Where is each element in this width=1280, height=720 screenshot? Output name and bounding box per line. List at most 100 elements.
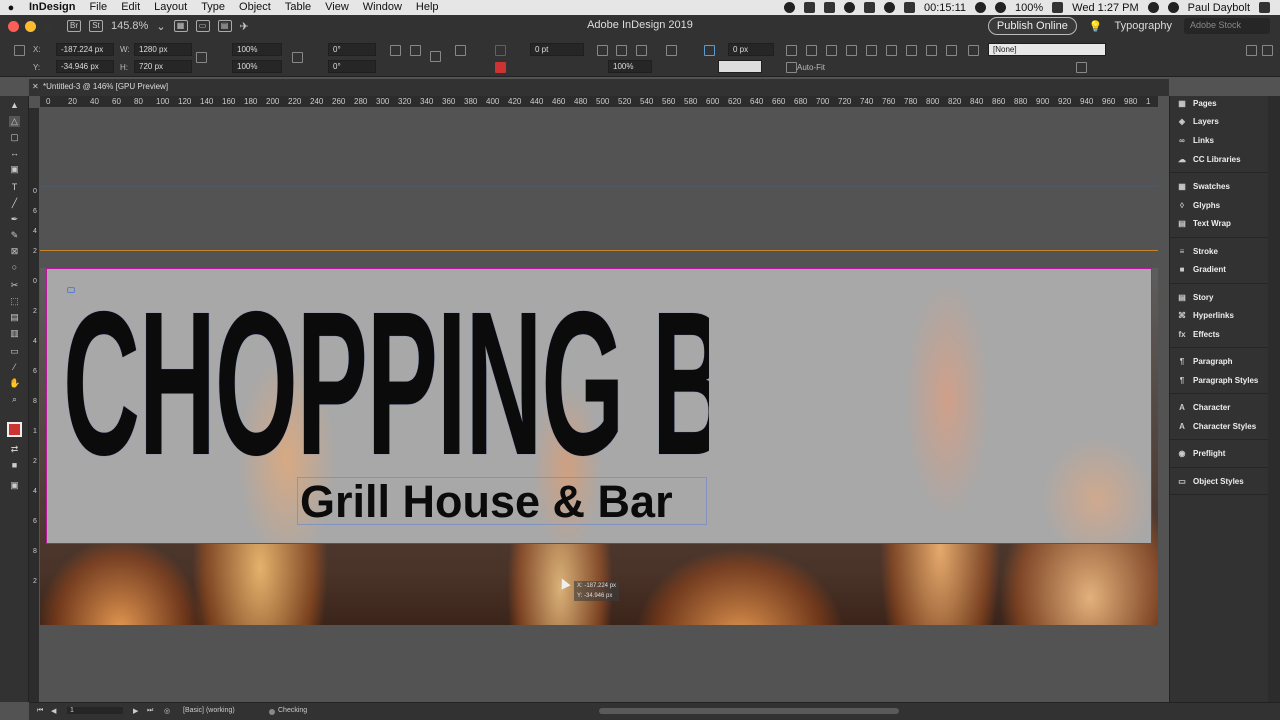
- headline-text[interactable]: CHOPPING BLOCK: [63, 291, 709, 476]
- frame-fit-icon[interactable]: [616, 45, 627, 56]
- screen-icon[interactable]: [904, 2, 916, 13]
- rotation-field[interactable]: 0°: [328, 43, 376, 56]
- arrange-documents-icon[interactable]: ▤: [217, 20, 232, 32]
- zoom-level[interactable]: 145.8%: [111, 20, 148, 32]
- hand-tool-icon[interactable]: ✋: [9, 378, 20, 389]
- user-name[interactable]: Paul Daybolt: [1188, 2, 1250, 14]
- pasteboard[interactable]: CHOPPING BLOCK Grill House & Bar X: -187…: [40, 108, 1158, 702]
- constrain-link-icon[interactable]: [196, 52, 207, 63]
- lightning-icon[interactable]: [1246, 45, 1257, 56]
- panel-item-character-styles[interactable]: A Character Styles: [1177, 420, 1256, 434]
- panel-item-links[interactable]: ∞ Links: [1177, 133, 1214, 147]
- fill-swatch[interactable]: [495, 45, 506, 56]
- adobe-stock-search[interactable]: Adobe Stock: [1184, 18, 1270, 34]
- flag-icon[interactable]: [804, 2, 816, 13]
- panel-item-effects[interactable]: fx Effects: [1177, 328, 1219, 342]
- panel-item-paragraph[interactable]: ¶ Paragraph: [1177, 355, 1233, 369]
- direct-selection-tool-icon[interactable]: △: [9, 116, 20, 127]
- lightbulb-icon[interactable]: 💡: [1089, 20, 1103, 33]
- last-page-icon[interactable]: ⏭: [147, 707, 153, 715]
- chevron-down-icon[interactable]: ⌄: [156, 20, 165, 33]
- grid-icon[interactable]: [864, 2, 876, 13]
- document-page[interactable]: CHOPPING BLOCK Grill House & Bar: [46, 268, 1152, 544]
- wrap-icon[interactable]: [666, 45, 677, 56]
- opacity-field[interactable]: 100%: [608, 60, 652, 73]
- first-page-icon[interactable]: ⏮: [37, 707, 43, 715]
- document-tab[interactable]: *Untitled-3 @ 146% [GPU Preview]: [43, 82, 168, 91]
- gap-field[interactable]: 0 px: [728, 43, 774, 56]
- panel-item-preflight[interactable]: ◉ Preflight: [1177, 447, 1226, 461]
- content-collector-icon[interactable]: ▣: [9, 164, 20, 175]
- distribute-h-icon[interactable]: [946, 45, 957, 56]
- note-tool-icon[interactable]: ▭: [9, 346, 20, 357]
- preflight-status[interactable]: Checking: [278, 707, 307, 714]
- minimize-window-button[interactable]: [25, 20, 36, 32]
- selection-tool-icon[interactable]: ▲: [9, 100, 20, 111]
- send-icon[interactable]: ✈: [240, 20, 249, 33]
- rotate-cw-icon[interactable]: [390, 45, 401, 56]
- horizontal-scrollbar[interactable]: [599, 708, 899, 714]
- menu-edit[interactable]: Edit: [114, 0, 147, 15]
- user-avatar-icon[interactable]: [1167, 2, 1179, 13]
- subtitle-text-frame[interactable]: Grill House & Bar: [297, 477, 707, 526]
- panel-item-gradient[interactable]: ■ Gradient: [1177, 263, 1226, 277]
- scissors-tool-icon[interactable]: ✂: [9, 280, 20, 291]
- align-left-icon[interactable]: [786, 45, 797, 56]
- prev-page-icon[interactable]: ◀: [51, 707, 56, 715]
- y-position-field[interactable]: -34.946 px: [56, 60, 114, 73]
- time-machine-icon[interactable]: [884, 2, 896, 13]
- panel-item-glyphs[interactable]: ◊ Glyphs: [1177, 198, 1220, 212]
- guide-line[interactable]: [40, 186, 1158, 187]
- panel-item-pages[interactable]: ▦ Pages: [1177, 96, 1216, 110]
- next-page-icon[interactable]: ▶: [133, 707, 138, 715]
- width-field[interactable]: 1280 px: [134, 43, 192, 56]
- align-top-icon[interactable]: [846, 45, 857, 56]
- eyedropper-tool-icon[interactable]: ⁄: [9, 362, 20, 373]
- panel-item-layers[interactable]: ◈ Layers: [1177, 115, 1219, 129]
- panel-item-paragraph-styles[interactable]: ¶ Paragraph Styles: [1177, 374, 1259, 388]
- type-tool-icon[interactable]: T: [9, 182, 20, 193]
- dropbox-icon[interactable]: [824, 2, 836, 13]
- view-options-icon[interactable]: ▦: [173, 20, 188, 32]
- notification-icon[interactable]: [1259, 2, 1270, 13]
- apple-icon[interactable]: ●: [0, 2, 22, 14]
- page-number-field[interactable]: 1: [67, 707, 123, 714]
- menu-type[interactable]: Type: [194, 0, 232, 15]
- align-bottom-icon[interactable]: [886, 45, 897, 56]
- panel-item-story[interactable]: ▤ Story: [1177, 290, 1213, 304]
- panel-item-object-styles[interactable]: ▭ Object Styles: [1177, 474, 1243, 488]
- free-transform-tool-icon[interactable]: ⬚: [9, 296, 20, 307]
- content-grabber-icon[interactable]: [704, 45, 715, 56]
- clock-text[interactable]: Wed 1:27 PM: [1072, 2, 1138, 14]
- height-field[interactable]: 720 px: [134, 60, 192, 73]
- gap-tool-icon[interactable]: ↔: [9, 148, 20, 159]
- panel-item-swatches[interactable]: ▦ Swatches: [1177, 179, 1230, 193]
- distribute-icon[interactable]: [906, 45, 917, 56]
- x-position-field[interactable]: -187.224 px: [56, 43, 114, 56]
- object-style-icon[interactable]: [968, 45, 979, 56]
- apply-color-icon[interactable]: ■: [9, 460, 20, 471]
- align-center-icon[interactable]: [806, 45, 817, 56]
- panel-menu-icon[interactable]: [1262, 45, 1273, 56]
- fill-stroke-swatch[interactable]: [7, 422, 22, 437]
- align-right-icon[interactable]: [826, 45, 837, 56]
- pencil-tool-icon[interactable]: ✎: [9, 230, 20, 241]
- zoom-tool-icon[interactable]: ⌕: [9, 394, 20, 405]
- scale-link-icon[interactable]: [292, 52, 303, 63]
- fx-icon[interactable]: [636, 45, 647, 56]
- p-icon[interactable]: [430, 51, 441, 62]
- record-icon[interactable]: [784, 2, 796, 13]
- select-container-icon[interactable]: [455, 45, 466, 56]
- rectangle-frame-tool-icon[interactable]: ⊠: [9, 246, 20, 257]
- vertical-scrollbar[interactable]: [1268, 96, 1280, 702]
- close-tab-icon[interactable]: ✕: [32, 82, 39, 91]
- menu-view[interactable]: View: [318, 0, 356, 15]
- preflight-profile[interactable]: [Basic] (working): [183, 707, 235, 714]
- panel-item-stroke[interactable]: ≡ Stroke: [1177, 244, 1218, 258]
- menu-help[interactable]: Help: [409, 0, 446, 15]
- page-tool-icon[interactable]: ▢: [9, 132, 20, 143]
- workspace-switcher[interactable]: Typography: [1115, 20, 1172, 32]
- scale-x-field[interactable]: 100%: [232, 43, 282, 56]
- gradient-feather-tool-icon[interactable]: ▥: [9, 328, 20, 339]
- screen-mode-icon[interactable]: ▭: [195, 20, 210, 32]
